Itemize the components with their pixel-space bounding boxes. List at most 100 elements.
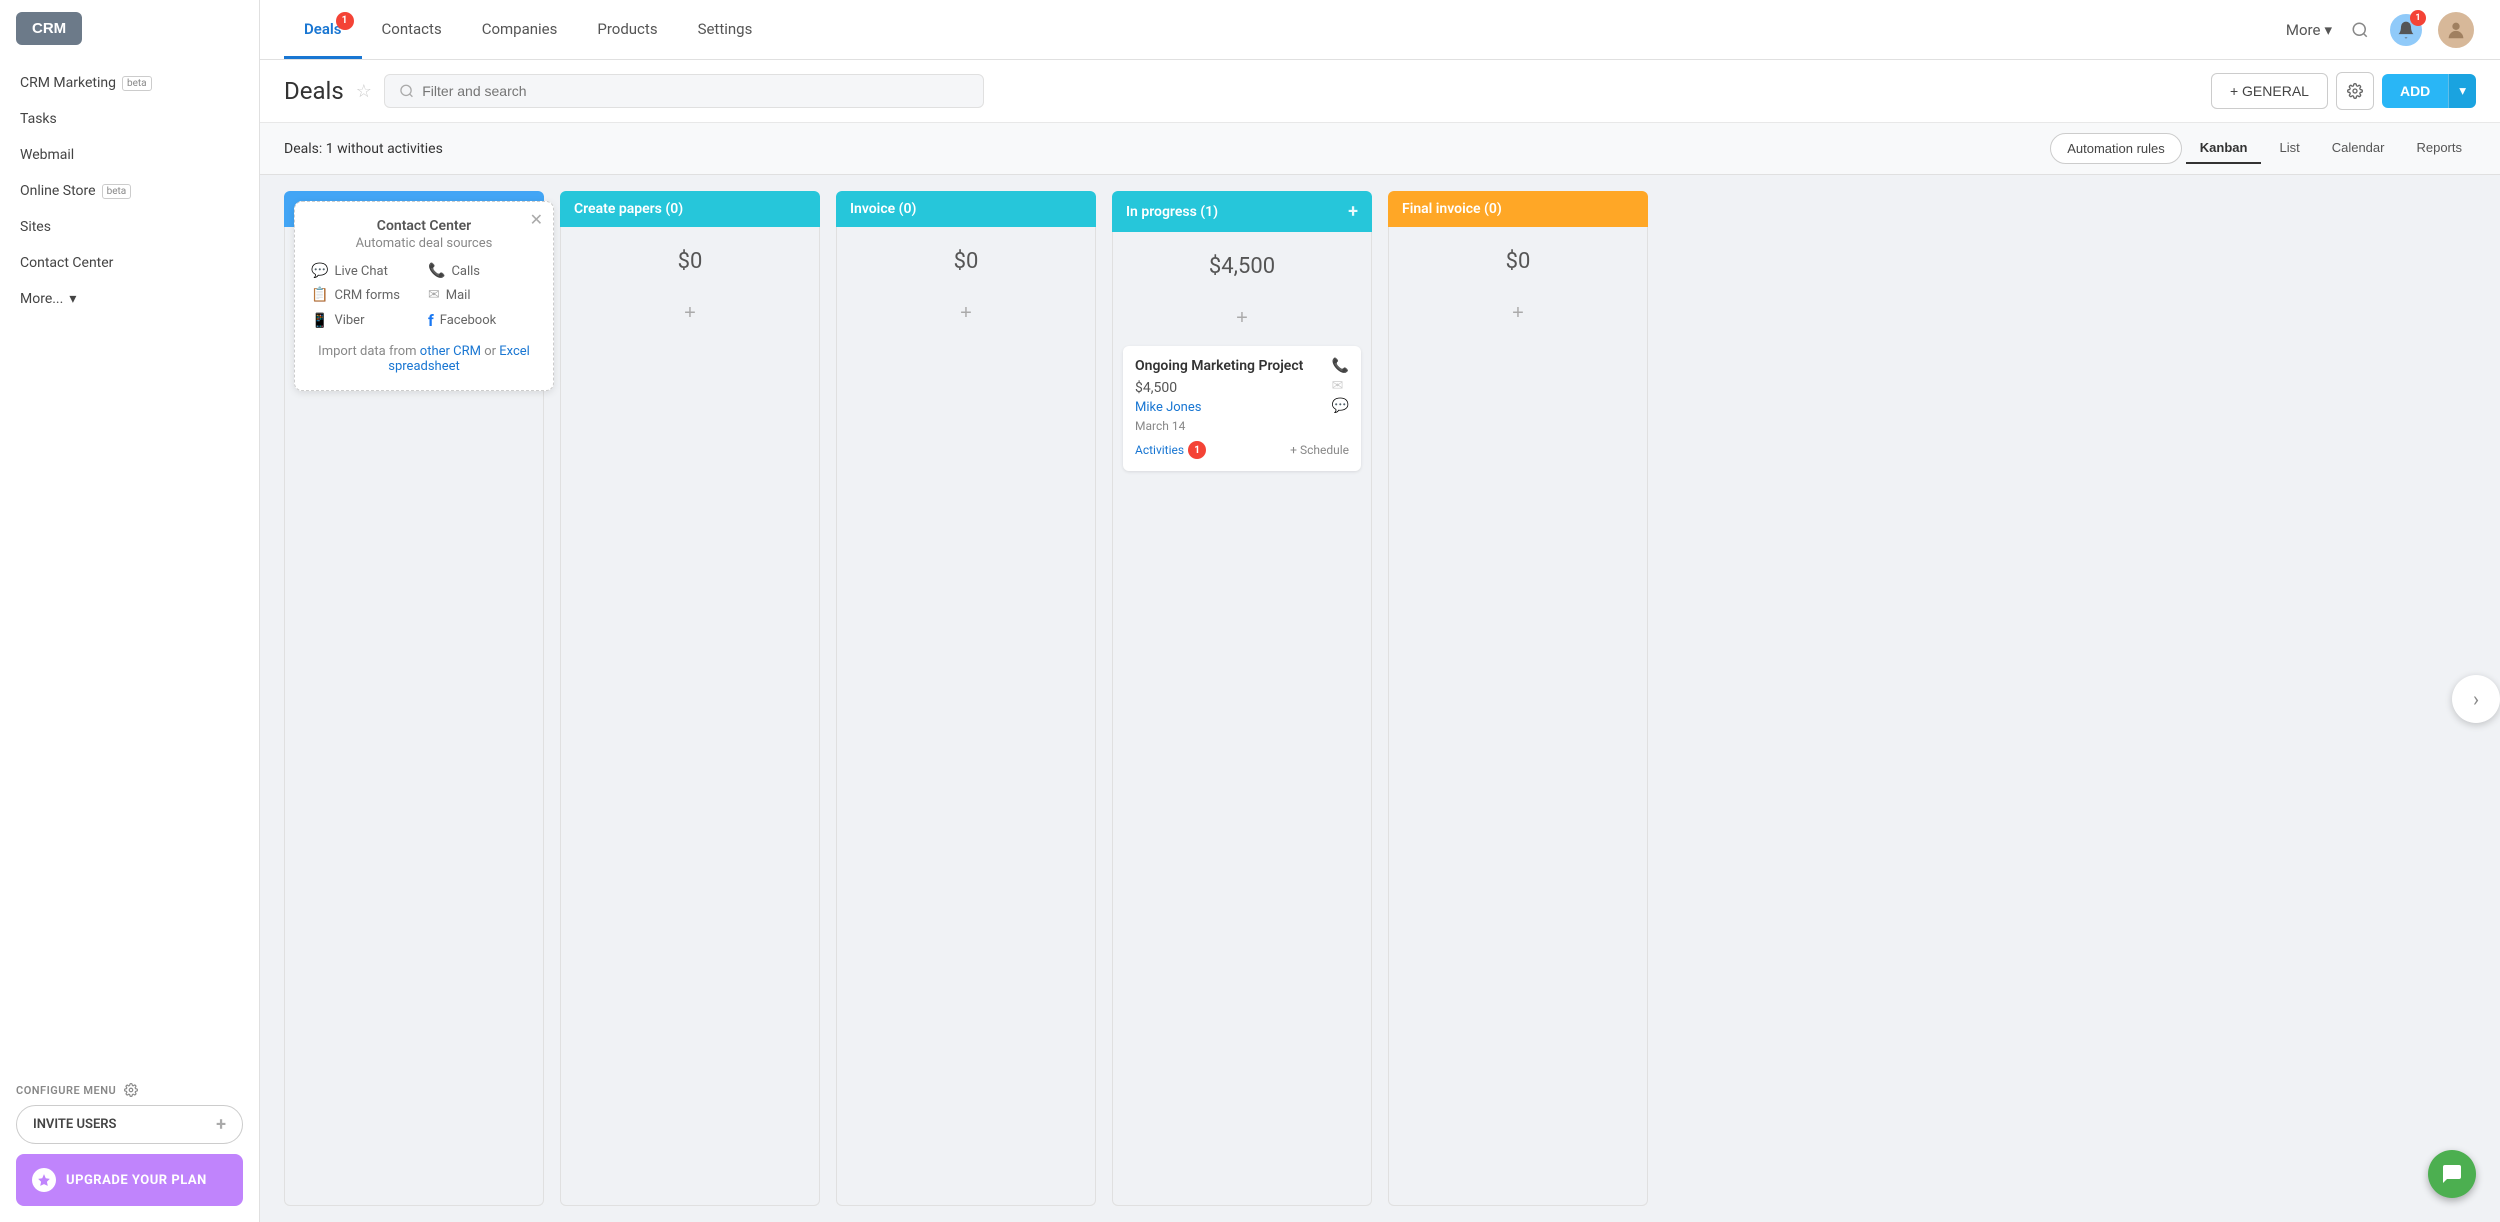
popup-close-button[interactable]: ✕: [530, 210, 543, 230]
view-calendar-button[interactable]: Calendar: [2318, 133, 2399, 164]
favorite-star-icon[interactable]: ☆: [356, 81, 372, 102]
view-kanban-button[interactable]: Kanban: [2186, 133, 2262, 164]
header-actions: + GENERAL ADD ▾: [2211, 72, 2476, 110]
popup-subtitle: Automatic deal sources: [311, 236, 537, 251]
sidebar-nav: CRM Marketing beta Tasks Webmail Online …: [0, 57, 259, 1065]
activities-link[interactable]: Activities 1: [1135, 441, 1206, 459]
chat-icon[interactable]: 💬: [1332, 398, 1349, 414]
invite-users-button[interactable]: INVITE USERS +: [16, 1105, 243, 1144]
view-list-button[interactable]: List: [2265, 133, 2313, 164]
deal-card: 📞 ✉ 💬 Ongoing Marketing Project $4,500 M…: [1123, 346, 1361, 471]
popup-item-mail[interactable]: ✉ Mail: [428, 287, 537, 303]
kanban-column-final-invoice: Final invoice (0) $0 +: [1388, 191, 1648, 1206]
col-body-in-progress: $4,500 + 📞 ✉ 💬 Ongoing Marketing Project…: [1112, 232, 1372, 1206]
scroll-right-button[interactable]: ›: [2452, 675, 2500, 723]
kanban-column-new: New (0) $0 + Quick Deal ✕ Contact Center…: [284, 191, 544, 1206]
gear-icon: [124, 1083, 138, 1097]
kanban-column-create-papers: Create papers (0) $0 +: [560, 191, 820, 1206]
deal-card-title: Ongoing Marketing Project: [1135, 358, 1349, 374]
view-reports-button[interactable]: Reports: [2402, 133, 2476, 164]
schedule-link[interactable]: + Schedule: [1290, 443, 1349, 457]
activities-badge: 1: [1188, 441, 1206, 459]
search-input[interactable]: [422, 83, 969, 99]
add-deal-button-progress[interactable]: +: [1123, 299, 1361, 338]
col-amount-final-invoice: $0: [1399, 237, 1637, 286]
user-icon: [2445, 19, 2467, 41]
popup-title: Contact Center: [311, 218, 537, 234]
page-header: Deals ☆ + GENERAL ADD ▾: [260, 60, 2500, 123]
deals-badge: 1: [336, 12, 354, 30]
facebook-icon: f: [428, 311, 434, 330]
tab-products[interactable]: Products: [577, 2, 677, 59]
col-amount-in-progress: $4,500: [1123, 242, 1361, 291]
crown-icon: [37, 1173, 51, 1187]
add-button-group: ADD ▾: [2382, 74, 2476, 108]
col-header-in-progress: In progress (1) +: [1112, 191, 1372, 232]
add-dropdown-button[interactable]: ▾: [2448, 74, 2476, 108]
phone-icon[interactable]: 📞: [1332, 358, 1349, 374]
automation-rules-button[interactable]: Automation rules: [2050, 133, 2182, 164]
add-main-button[interactable]: ADD: [2382, 74, 2448, 108]
search-icon-button[interactable]: [2344, 14, 2376, 46]
sidebar-item-webmail[interactable]: Webmail: [0, 137, 259, 173]
settings-gear-button[interactable]: [2336, 72, 2374, 110]
sidebar-item-tasks[interactable]: Tasks: [0, 101, 259, 137]
col-amount-create-papers: $0: [571, 237, 809, 286]
view-options: Automation rules Kanban List Calendar Re…: [2050, 133, 2476, 164]
upgrade-plan-button[interactable]: UPGRADE YOUR PLAN: [16, 1154, 243, 1206]
tab-settings[interactable]: Settings: [678, 2, 773, 59]
crm-logo-button[interactable]: CRM: [16, 12, 82, 45]
popup-item-facebook[interactable]: f Facebook: [428, 311, 537, 330]
search-icon: [2351, 21, 2369, 39]
sidebar-item-crm-marketing[interactable]: CRM Marketing beta: [0, 65, 259, 101]
top-navigation: Deals 1 Contacts Companies Products Sett…: [260, 0, 2500, 60]
sidebar-item-contact-center[interactable]: Contact Center: [0, 245, 259, 281]
live-chat-icon: 💬: [311, 263, 328, 279]
popup-grid: 💬 Live Chat 📞 Calls 📋 CRM forms: [311, 263, 537, 330]
viber-icon: 📱: [311, 313, 328, 329]
tab-deals[interactable]: Deals 1: [284, 2, 362, 59]
sidebar-item-sites[interactable]: Sites: [0, 209, 259, 245]
popup-item-calls[interactable]: 📞 Calls: [428, 263, 537, 279]
popup-footer: Import data from other CRM or Excel spre…: [311, 344, 537, 374]
configure-menu-label[interactable]: CONFIGURE MENU: [16, 1075, 243, 1105]
notification-avatar[interactable]: 1: [2388, 12, 2424, 48]
col-amount-invoice: $0: [847, 237, 1085, 286]
popup-item-live-chat[interactable]: 💬 Live Chat: [311, 263, 420, 279]
other-crm-link[interactable]: other CRM: [420, 344, 481, 359]
more-dropdown[interactable]: More ▾: [2286, 21, 2332, 39]
search-bar-icon: [399, 83, 414, 99]
deals-count-label: Deals: 1 without activities: [284, 141, 443, 157]
general-button[interactable]: + GENERAL: [2211, 73, 2328, 109]
deal-card-icons: 📞 ✉ 💬: [1332, 358, 1349, 414]
sub-header: Deals: 1 without activities Automation r…: [260, 123, 2500, 175]
settings-gear-icon: [2347, 83, 2363, 99]
deal-card-amount: $4,500: [1135, 380, 1349, 396]
add-deal-button-create[interactable]: +: [571, 294, 809, 333]
deal-card-contact[interactable]: Mike Jones: [1135, 400, 1349, 415]
email-icon[interactable]: ✉: [1332, 378, 1349, 394]
tab-companies[interactable]: Companies: [462, 2, 578, 59]
mail-icon: ✉: [428, 287, 440, 303]
popup-item-crm-forms[interactable]: 📋 CRM forms: [311, 287, 420, 303]
deal-card-date: March 14: [1135, 419, 1349, 433]
kanban-board: New (0) $0 + Quick Deal ✕ Contact Center…: [260, 175, 2500, 1222]
sidebar-item-online-store[interactable]: Online Store beta: [0, 173, 259, 209]
tab-contacts[interactable]: Contacts: [362, 2, 462, 59]
kanban-column-in-progress: In progress (1) + $4,500 + 📞 ✉ 💬: [1112, 191, 1372, 1206]
deal-card-footer: Activities 1 + Schedule: [1135, 441, 1349, 459]
sidebar: CRM CRM Marketing beta Tasks Webmail Onl…: [0, 0, 260, 1222]
col-header-final-invoice: Final invoice (0): [1388, 191, 1648, 227]
col-add-icon[interactable]: +: [1348, 201, 1358, 222]
col-header-create-papers: Create papers (0): [560, 191, 820, 227]
popup-item-viber[interactable]: 📱 Viber: [311, 311, 420, 330]
float-chat-button[interactable]: [2428, 1150, 2476, 1198]
chat-bubble-icon: [2440, 1162, 2464, 1186]
deals-count-badge: 1: [326, 141, 334, 157]
user-avatar[interactable]: [2436, 10, 2476, 50]
add-deal-button-final[interactable]: +: [1399, 294, 1637, 333]
crm-forms-icon: 📋: [311, 287, 328, 303]
sidebar-item-more[interactable]: More... ▾: [0, 281, 259, 317]
add-deal-button-invoice[interactable]: +: [847, 294, 1085, 333]
calls-icon: 📞: [428, 263, 445, 279]
